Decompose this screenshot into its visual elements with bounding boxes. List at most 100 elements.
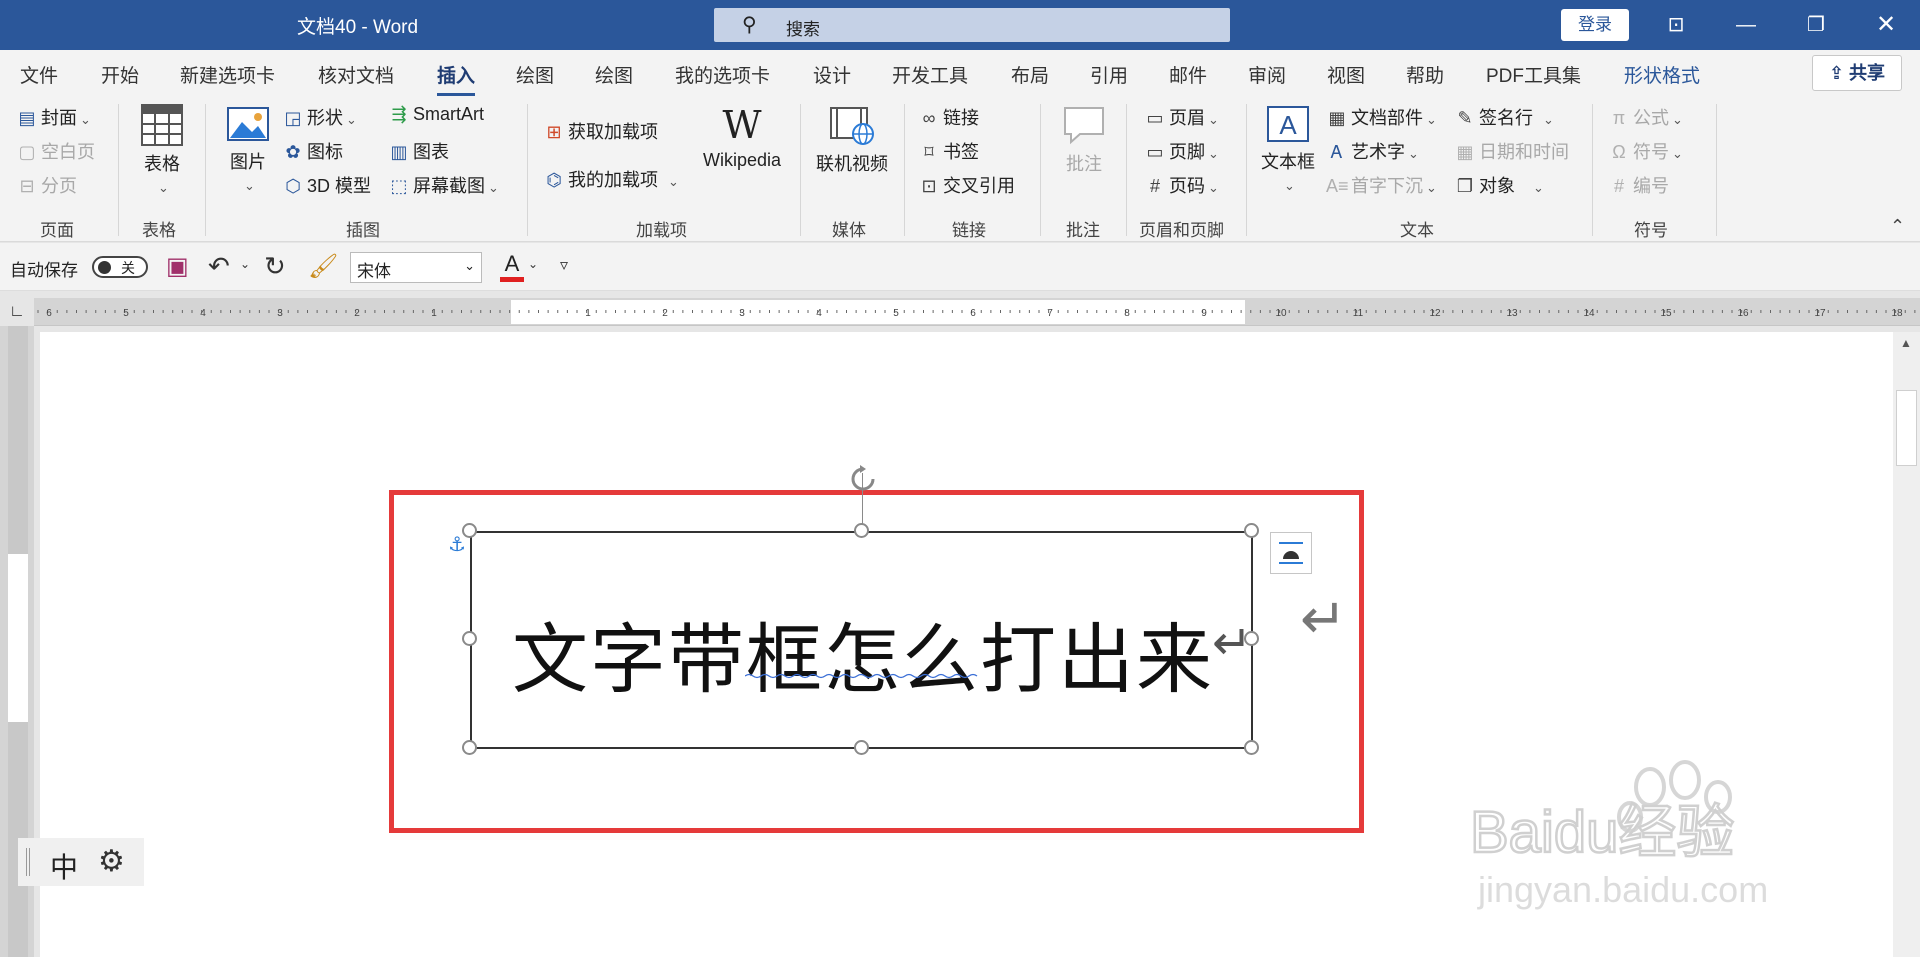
resize-handle[interactable]: [462, 740, 477, 755]
ime-mode[interactable]: 中: [50, 846, 78, 886]
tab-mailings[interactable]: 邮件: [1169, 61, 1207, 88]
page-number-button[interactable]: # 页码 ⌄: [1144, 172, 1219, 198]
screenshot-icon: ⬚: [390, 176, 408, 196]
chevron-down-icon[interactable]: ⌄: [528, 257, 538, 271]
collapse-ribbon-icon[interactable]: ⌃: [1890, 216, 1905, 237]
chevron-down-icon: ⌄: [244, 178, 255, 193]
share-button[interactable]: ⇪ 共享: [1812, 55, 1902, 91]
horizontal-ruler[interactable]: 6 5 4 3 2 1 1 2 3 4 5 6 7 8 9 10 11 12 13 14 15 16 17 18: [34, 298, 1920, 326]
online-video-button[interactable]: 联机视频: [812, 104, 892, 176]
blank-page-icon: ▢: [18, 142, 36, 162]
tab-pdf-tools[interactable]: PDF工具集: [1486, 61, 1581, 88]
rotate-handle-icon[interactable]: [846, 462, 880, 496]
equation-button[interactable]: π 公式 ⌄: [1608, 104, 1683, 130]
icons-button[interactable]: ✿ 图标: [282, 138, 343, 164]
tab-help[interactable]: 帮助: [1406, 61, 1444, 88]
resize-handle[interactable]: [1244, 523, 1259, 538]
customize-qat-icon[interactable]: ▿: [560, 255, 568, 275]
ribbon-divider: [1040, 104, 1041, 236]
chevron-down-icon[interactable]: ⌄: [240, 257, 250, 271]
cross-reference-button[interactable]: ⊡ 交叉引用: [918, 172, 1015, 198]
tab-shape-format[interactable]: 形状格式: [1624, 61, 1700, 88]
search-box[interactable]: ⚲ 搜索: [714, 8, 1230, 42]
cover-page-button[interactable]: ▤ 封面 ⌄: [16, 104, 90, 130]
tab-design[interactable]: 设计: [813, 61, 851, 88]
chart-button[interactable]: ▥ 图表: [388, 138, 449, 164]
ruler-number: 6: [970, 308, 976, 319]
vertical-scrollbar[interactable]: ▲: [1893, 332, 1920, 957]
login-button[interactable]: 登录: [1561, 9, 1629, 41]
online-video-label: 联机视频: [816, 154, 888, 174]
tab-draw-2[interactable]: 绘图: [595, 61, 633, 88]
bookmark-button[interactable]: ⌑ 书签: [918, 138, 979, 164]
screenshot-button[interactable]: ⬚ 屏幕截图 ⌄: [388, 172, 498, 198]
tab-proofread[interactable]: 核对文档: [318, 61, 394, 88]
redo-icon[interactable]: ↻: [264, 251, 286, 282]
picture-button[interactable]: 图片 ⌄: [222, 104, 274, 195]
blank-page-button[interactable]: ▢ 空白页: [16, 138, 95, 164]
text-box[interactable]: 文字带框怎么打出来 ↵: [470, 531, 1253, 749]
tab-draw[interactable]: 绘图: [516, 61, 554, 88]
quick-parts-button[interactable]: ▦ 文档部件 ⌄: [1326, 104, 1436, 130]
tab-selector-icon[interactable]: ∟: [0, 298, 34, 326]
tab-view[interactable]: 视图: [1327, 61, 1365, 88]
3d-model-button[interactable]: ⬡ 3D 模型: [282, 172, 371, 198]
font-name-select[interactable]: 宋体 ⌄: [350, 252, 482, 283]
wikipedia-button[interactable]: W Wikipedia: [696, 104, 788, 171]
number-icon: #: [1613, 176, 1624, 196]
save-icon[interactable]: ▣: [166, 252, 189, 281]
shapes-button[interactable]: ◲ 形状 ⌄: [282, 104, 356, 130]
resize-handle[interactable]: [462, 631, 477, 646]
table-button[interactable]: 表格 ⌄: [134, 104, 190, 197]
get-addins-button[interactable]: ⊞ 获取加载项: [543, 118, 658, 144]
resize-handle[interactable]: [1244, 631, 1259, 646]
tab-my-tab[interactable]: 我的选项卡: [675, 61, 770, 88]
font-color-button[interactable]: A: [500, 251, 524, 282]
signature-line-button[interactable]: ✎ 签名行 ⌄: [1454, 104, 1553, 130]
date-time-button[interactable]: ▦ 日期和时间: [1454, 138, 1569, 164]
group-label-addins: 加载项: [636, 221, 687, 240]
group-label-comments: 批注: [1066, 221, 1100, 240]
number-button[interactable]: # 编号: [1608, 172, 1669, 198]
comment-button[interactable]: 批注: [1056, 104, 1112, 176]
undo-icon[interactable]: ↶: [208, 251, 230, 282]
wordart-button[interactable]: Ꭺ 艺术字 ⌄: [1326, 138, 1419, 164]
ribbon-display-icon[interactable]: ⊡: [1656, 10, 1696, 40]
my-addins-button[interactable]: ⌬ 我的加载项 ⌄: [543, 166, 679, 192]
gear-icon[interactable]: ⚙: [98, 844, 125, 879]
resize-handle[interactable]: [854, 740, 869, 755]
link-button[interactable]: ∞ 链接: [918, 104, 979, 130]
group-label-media: 媒体: [832, 221, 866, 240]
minimize-icon[interactable]: —: [1726, 10, 1766, 40]
tab-new-tab[interactable]: 新建选项卡: [180, 61, 275, 88]
text-box-content[interactable]: 文字带框怎么打出来: [512, 598, 1214, 708]
tab-layout[interactable]: 布局: [1011, 61, 1049, 88]
tab-references[interactable]: 引用: [1090, 61, 1128, 88]
resize-handle[interactable]: [854, 523, 869, 538]
scrollbar-thumb[interactable]: [1896, 390, 1917, 466]
close-icon[interactable]: ✕: [1866, 10, 1906, 40]
footer-button[interactable]: ▭ 页脚 ⌄: [1144, 138, 1218, 164]
tab-review[interactable]: 审阅: [1248, 61, 1286, 88]
tab-file[interactable]: 文件: [20, 61, 58, 88]
ribbon-divider: [118, 104, 119, 236]
resize-handle[interactable]: [1244, 740, 1259, 755]
symbol-button[interactable]: Ω 符号 ⌄: [1608, 138, 1683, 164]
ruler-number: 5: [893, 308, 899, 319]
smartart-button[interactable]: ⇶ SmartArt: [388, 104, 484, 125]
scroll-up-icon[interactable]: ▲: [1900, 336, 1912, 350]
layout-options-button[interactable]: [1270, 532, 1312, 574]
textbox-button[interactable]: A 文本框 ⌄: [1258, 104, 1318, 195]
object-button[interactable]: ❐ 对象 ⌄: [1454, 172, 1544, 198]
resize-handle[interactable]: [462, 523, 477, 538]
header-button[interactable]: ▭ 页眉 ⌄: [1144, 104, 1218, 130]
autosave-toggle[interactable]: 关: [92, 256, 148, 278]
tab-developer[interactable]: 开发工具: [892, 61, 968, 88]
format-painter-icon[interactable]: 🖌: [308, 252, 338, 281]
tab-insert[interactable]: 插入: [437, 61, 476, 96]
page-break-button[interactable]: ⊟ 分页: [16, 172, 77, 198]
restore-icon[interactable]: ❐: [1796, 10, 1836, 40]
drop-cap-button[interactable]: A≡ 首字下沉 ⌄: [1326, 172, 1437, 198]
drag-handle[interactable]: [26, 848, 30, 876]
tab-home[interactable]: 开始: [101, 61, 139, 88]
